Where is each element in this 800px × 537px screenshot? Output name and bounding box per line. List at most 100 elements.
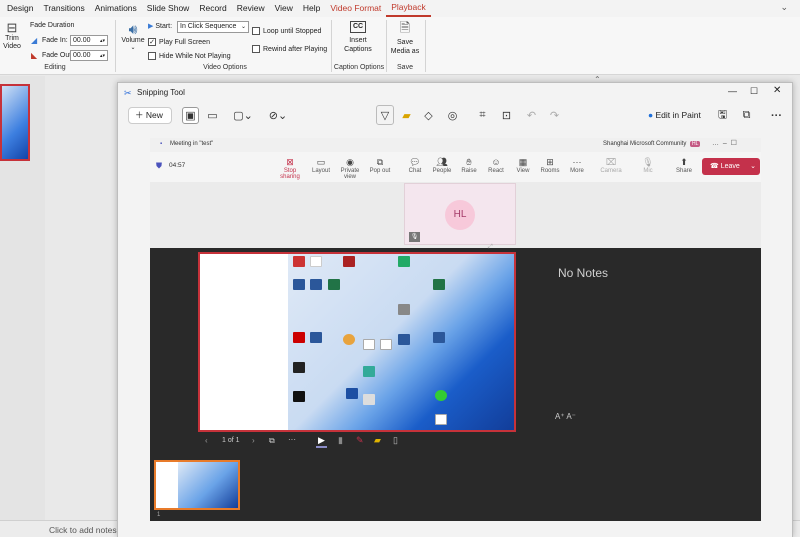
tab-slide-show[interactable]: Slide Show bbox=[142, 0, 195, 17]
layout-button[interactable]: ▭ Layout bbox=[307, 156, 335, 174]
tab-view[interactable]: View bbox=[270, 0, 298, 17]
more-options-icon[interactable]: ··· bbox=[768, 107, 785, 124]
trim-icon: ⊟ bbox=[6, 20, 18, 35]
hide-while-not-playing-label: Hide While Not Playing bbox=[159, 52, 231, 60]
teams-icon: ▪ bbox=[160, 141, 163, 147]
tab-record[interactable]: Record bbox=[194, 0, 231, 17]
private-view-button[interactable]: ◉ Private view bbox=[336, 156, 364, 180]
ribbon-tabs: Design Transitions Animations Slide Show… bbox=[0, 0, 800, 17]
view-button[interactable]: ▦ View bbox=[509, 156, 537, 174]
tab-transitions[interactable]: Transitions bbox=[38, 0, 89, 17]
desktop-icon bbox=[433, 279, 445, 290]
desktop-icon bbox=[363, 366, 375, 377]
raise-button[interactable]: ✋︎ Raise bbox=[455, 156, 483, 174]
fade-duration-label: Fade Duration bbox=[30, 22, 75, 29]
volume-button[interactable]: 🔊︎ Volume ⌄ bbox=[120, 21, 146, 51]
snip-shape-icon[interactable]: ▢⌄ bbox=[231, 107, 255, 124]
more-options-icon[interactable]: ··· bbox=[288, 435, 296, 444]
video-mode-icon[interactable]: ▭ bbox=[204, 107, 221, 124]
captions-icon: CC bbox=[349, 21, 367, 33]
loop-until-stopped-checkbox[interactable]: Loop until Stopped bbox=[252, 27, 321, 35]
fade-out-input[interactable]: 00.00 ▴▾ bbox=[70, 50, 108, 61]
maximize-icon[interactable]: ☐ bbox=[750, 86, 758, 97]
mic-button[interactable]: 🎙︎ Mic bbox=[634, 156, 662, 174]
font-size-controls[interactable]: A⁺ A⁻ bbox=[555, 412, 576, 421]
chat-button[interactable]: 💬︎ Chat bbox=[401, 156, 429, 174]
hide-while-not-playing-checkbox[interactable]: Hide While Not Playing bbox=[148, 52, 231, 60]
highlighter-tool-icon[interactable]: ▰ bbox=[374, 435, 381, 446]
tab-playback[interactable]: Playback bbox=[386, 0, 431, 17]
text-actions-icon[interactable]: ⊡ bbox=[498, 107, 515, 124]
laser-tool-icon[interactable]: ▮ bbox=[338, 435, 343, 446]
group-divider bbox=[386, 20, 387, 72]
save-icon[interactable]: 🖫︎ bbox=[714, 107, 731, 124]
slide-thumbnail-pane bbox=[0, 76, 45, 537]
save-media-as-button[interactable]: 🗎︎ Save Media as bbox=[390, 21, 420, 56]
redo-icon[interactable]: ↷ bbox=[546, 107, 563, 124]
highlighter-icon[interactable]: ▰ bbox=[398, 107, 415, 124]
tab-animations[interactable]: Animations bbox=[90, 0, 142, 17]
eraser-tool-icon[interactable]: ▯ bbox=[393, 435, 398, 446]
copy-icon[interactable]: ⧉ bbox=[738, 107, 755, 124]
expand-icon[interactable]: ⤢ bbox=[488, 244, 493, 251]
desktop-icon bbox=[343, 334, 355, 345]
edit-in-paint-button[interactable]: ● Edit in Paint bbox=[648, 110, 701, 120]
start-label: Start: bbox=[155, 23, 173, 30]
undo-icon[interactable]: ↶ bbox=[523, 107, 540, 124]
camera-mode-icon[interactable]: ▣ bbox=[182, 107, 199, 124]
previous-slide-icon[interactable]: ‹ bbox=[205, 436, 208, 445]
pen-tool-icon[interactable]: ✎ bbox=[356, 435, 364, 446]
pen-icon[interactable]: ▽ bbox=[376, 105, 394, 125]
pointer-tool-icon[interactable]: ▶︎ bbox=[316, 435, 327, 448]
tab-video-format[interactable]: Video Format bbox=[325, 0, 386, 17]
shapes-icon[interactable]: ◎ bbox=[444, 107, 461, 124]
more-button[interactable]: ··· More bbox=[563, 156, 591, 174]
tab-review[interactable]: Review bbox=[232, 0, 270, 17]
start-select[interactable]: In Click Sequence ⌄ bbox=[177, 21, 249, 33]
fade-in-input[interactable]: 00.00 ▴▾ bbox=[70, 35, 108, 46]
meeting-timer: 04:57 bbox=[169, 162, 186, 169]
fade-in-label: Fade In: bbox=[42, 37, 68, 44]
trim-video-button[interactable]: ⊟ Trim Video bbox=[2, 21, 22, 51]
pop-out-button[interactable]: ⧉ Pop out bbox=[366, 156, 394, 174]
minimize-icon[interactable]: — bbox=[728, 86, 737, 96]
phone-icon: ☎︎ bbox=[710, 163, 719, 170]
window-title: Snipping Tool bbox=[137, 88, 185, 97]
save-media-as-label: Save Media as bbox=[390, 39, 420, 55]
stop-sharing-button[interactable]: ⊠ Stop sharing bbox=[276, 156, 304, 180]
tab-design[interactable]: Design bbox=[2, 0, 38, 17]
people-button[interactable]: 👥︎ People bbox=[428, 156, 456, 174]
desktop-icon bbox=[363, 394, 375, 405]
rooms-button[interactable]: ⊞ Rooms bbox=[536, 156, 564, 174]
desktop-icon bbox=[435, 414, 447, 425]
tab-help[interactable]: Help bbox=[298, 0, 325, 17]
desktop-screenshot bbox=[288, 254, 514, 430]
close-icon[interactable]: ✕ bbox=[773, 85, 781, 96]
ribbon-chevron-icon[interactable]: ⌄ bbox=[780, 2, 788, 13]
meeting-title: Meeting in "test" bbox=[170, 141, 214, 147]
crop-icon[interactable]: ⌗ bbox=[474, 107, 491, 124]
leave-button[interactable]: ☎︎ Leave ⌄ bbox=[702, 158, 760, 175]
eraser-icon[interactable]: ◇ bbox=[420, 107, 437, 124]
more-label: More bbox=[570, 168, 584, 174]
slide-thumbnail[interactable] bbox=[0, 84, 30, 161]
checkbox-icon bbox=[148, 52, 156, 60]
react-button[interactable]: ☺ React bbox=[482, 156, 510, 174]
share-button[interactable]: ⬆︎ Share bbox=[670, 156, 698, 174]
rooms-label: Rooms bbox=[540, 168, 560, 174]
next-slide-icon[interactable]: › bbox=[252, 436, 255, 445]
rewind-after-playing-checkbox[interactable]: Rewind after Playing bbox=[252, 45, 327, 53]
slide-grid-icon[interactable]: ⧉ bbox=[269, 436, 275, 446]
play-full-screen-checkbox[interactable]: ✓ Play Full Screen bbox=[148, 38, 210, 46]
new-snip-button[interactable]: ＋ New bbox=[128, 107, 172, 124]
editing-group-label: Editing bbox=[44, 64, 66, 71]
desktop-icon bbox=[435, 390, 447, 401]
camera-button[interactable]: ⌧ Camera bbox=[597, 156, 625, 174]
slide-strip-thumbnail[interactable] bbox=[154, 460, 240, 510]
desktop-icon bbox=[328, 279, 340, 290]
insert-captions-button[interactable]: CC Insert Captions bbox=[338, 21, 378, 54]
desktop-icon bbox=[398, 334, 410, 345]
chevron-down-icon: ⌄ bbox=[750, 163, 756, 170]
delay-icon[interactable]: ⊘⌄ bbox=[266, 107, 290, 124]
checkbox-icon bbox=[252, 45, 260, 53]
